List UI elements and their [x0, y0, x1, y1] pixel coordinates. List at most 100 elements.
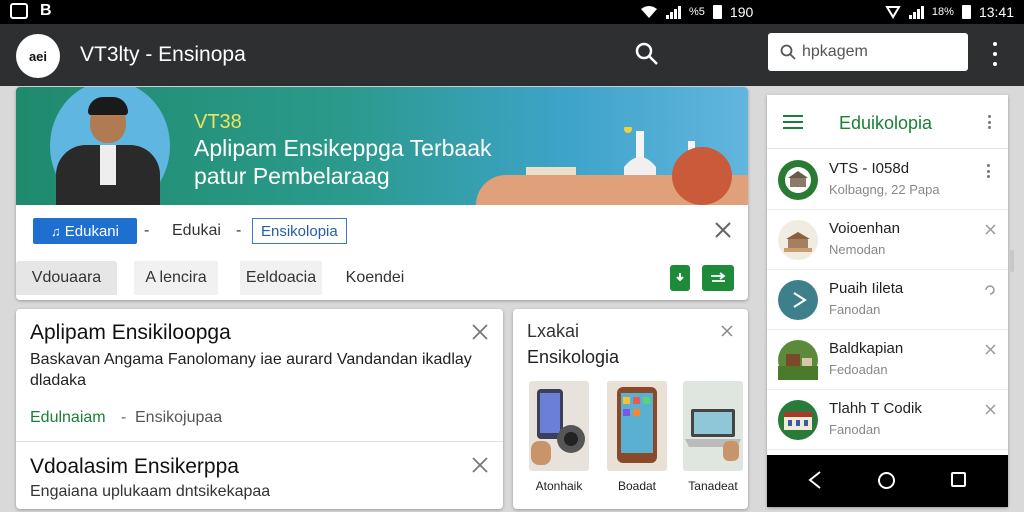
vibrate-icon: [885, 6, 901, 19]
battery-icon: [712, 5, 722, 19]
search-icon[interactable]: [634, 41, 660, 67]
meta-separator: -: [121, 409, 127, 426]
chip-separator-2: -: [236, 222, 242, 239]
chip-outline[interactable]: Ensikolopia: [252, 218, 347, 244]
signal-icon: [666, 5, 681, 19]
monument-icon: [778, 220, 818, 260]
item-more-icon[interactable]: [987, 164, 991, 178]
chip-row: ♫ Edukani - Edukai - Ensikolopia: [16, 205, 748, 245]
recents-icon[interactable]: [951, 472, 966, 487]
list-item-title: Tlahh T Codik: [829, 400, 922, 417]
close-icon[interactable]: [985, 404, 996, 415]
tab-2[interactable]: A lencira: [134, 261, 218, 295]
article-card[interactable]: Aplipam Ensikiloopga Baskavan Angama Fan…: [16, 309, 503, 509]
product-card-label: Lxakai: [527, 321, 580, 341]
close-icon[interactable]: [721, 325, 733, 337]
search-input[interactable]: hpkagem: [768, 33, 968, 71]
person-hair: [88, 97, 128, 115]
status-bar: B %5 190 18% 13:41: [0, 0, 1024, 24]
chip-plain[interactable]: Edukai: [172, 222, 221, 240]
clock: 13:41: [978, 4, 1014, 20]
list-item-subtitle: Fanodan: [829, 302, 881, 317]
battery-icon-2: [961, 5, 971, 19]
list-item-title: VTS - I058d: [829, 160, 910, 177]
article-description-2: Engaiana uplukaam dntsikekapaa: [30, 483, 271, 500]
list-item[interactable]: Tlahh T Codik Fanodan: [767, 390, 1008, 450]
product-label-3: Tanadeat: [688, 479, 738, 493]
refresh-icon[interactable]: [984, 284, 996, 296]
swap-icon: [711, 272, 726, 282]
status-time: 190: [729, 4, 754, 20]
banner-headline-2: patur Pembelaraag: [194, 163, 390, 189]
tab-1[interactable]: Vdouaara: [16, 261, 117, 295]
chip-separator: -: [144, 222, 150, 239]
chip-primary[interactable]: ♫ Edukani: [33, 218, 137, 244]
list-item-title: Baldkapian: [829, 340, 904, 357]
signal-icon-2: [908, 5, 924, 19]
list-item[interactable]: Voioenhan Nemodan: [767, 210, 1008, 270]
article-title: Aplipam Ensikiloopga: [30, 321, 231, 344]
article-category-link[interactable]: Edulnaiam: [30, 409, 106, 427]
play-icon: [778, 280, 818, 320]
tab-3[interactable]: Eeldoacia: [240, 261, 322, 295]
list-item-subtitle: Fanodan: [829, 422, 881, 437]
list-item-subtitle: Kolbagng, 22 Papa: [829, 182, 940, 197]
list-item-title: Voioenhan: [829, 220, 900, 237]
download-icon: [676, 273, 684, 282]
download-button[interactable]: [670, 265, 690, 291]
banner-headline: Aplipam Ensikeppga Terbaak: [194, 135, 492, 161]
status-small-text: %5: [689, 6, 705, 18]
list-item-subtitle: Fedoadan: [829, 362, 888, 377]
person-collar: [100, 145, 116, 185]
side-panel-title: Eduikolopia: [839, 113, 933, 133]
close-icon[interactable]: [472, 457, 488, 473]
avatar[interactable]: aei: [16, 34, 60, 78]
list-item[interactable]: VTS - I058d Kolbagng, 22 Papa: [767, 150, 1008, 210]
list-item-subtitle: Nemodan: [829, 242, 886, 257]
page-title: VT3lty - Ensinopa: [80, 43, 246, 66]
wifi-icon: [641, 6, 657, 18]
school-icon: [778, 400, 818, 440]
product-card[interactable]: Lxakai Ensikologia Atonhaik Boadat Tanad…: [513, 309, 748, 509]
list-item-title: Puaih Iileta: [829, 280, 904, 297]
tab-bar: Vdouaara A lencira Eeldoacia Koendei: [16, 257, 748, 300]
close-icon[interactable]: [714, 221, 732, 239]
app-bar: aei VT3lty - Ensinopa hpkagem: [0, 24, 1024, 86]
chip-primary-label: Edukani: [64, 222, 119, 240]
battery-percent: 18%: [931, 6, 954, 18]
close-icon[interactable]: [472, 324, 488, 340]
tab-4[interactable]: Koendei: [338, 261, 412, 295]
product-label-1: Atonhaik: [535, 479, 583, 493]
overflow-menu-icon[interactable]: [988, 42, 1002, 66]
park-icon: [778, 340, 818, 380]
banner-subtitle: VT38: [194, 111, 242, 133]
more-icon[interactable]: [988, 115, 992, 129]
product-image-laptop[interactable]: [683, 381, 743, 471]
article-description: Baskavan Angama Fanolomany iae aurard Va…: [30, 351, 472, 389]
gallery-icon: [10, 3, 28, 19]
banner[interactable]: VT38 Aplipam Ensikeppga Terbaak patur Pe…: [16, 87, 748, 205]
divider: [16, 441, 503, 442]
product-card-title: Ensikologia: [527, 347, 620, 367]
building-icon: [778, 160, 818, 200]
featured-card: VT38 Aplipam Ensikeppga Terbaak patur Pe…: [16, 87, 748, 300]
system-nav-bar: [767, 455, 1008, 507]
thumb-image: [672, 147, 732, 205]
list-item[interactable]: Puaih Iileta Fanodan: [767, 270, 1008, 330]
search-field-icon: [780, 44, 796, 60]
scrollbar[interactable]: [1010, 250, 1014, 272]
menu-icon[interactable]: [783, 115, 803, 129]
home-icon[interactable]: [878, 472, 895, 489]
notification-letter: B: [40, 2, 52, 19]
product-label-2: Boadat: [617, 479, 657, 493]
product-image-phone-camera[interactable]: [529, 381, 589, 471]
article-title-2: Vdoalasim Ensikerppa: [30, 455, 239, 478]
list-item[interactable]: Baldkapian Fedoadan: [767, 330, 1008, 390]
close-icon[interactable]: [985, 344, 996, 355]
product-image-smartphone[interactable]: [607, 381, 667, 471]
close-icon[interactable]: [985, 224, 996, 235]
share-button[interactable]: [702, 265, 734, 291]
side-panel-header: Eduikolopia: [767, 95, 1008, 149]
back-icon[interactable]: [807, 471, 823, 489]
chip-icon: ♫: [51, 223, 61, 239]
